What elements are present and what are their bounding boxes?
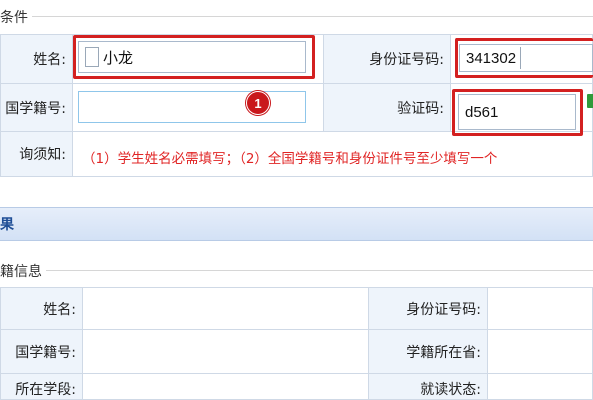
student-info-table: 姓名: 身份证号码: 国学籍号: 学籍所在省: 所在学段: 就读状态: [0, 287, 593, 400]
info-id-value [487, 287, 593, 330]
result-title: 果 [0, 217, 14, 233]
conditions-divider [0, 16, 593, 17]
info-stage-label: 所在学段: [0, 373, 83, 400]
notice-label: 询须知: [0, 131, 73, 177]
id-label: 身份证号码: [323, 34, 451, 84]
name-label: 姓名: [0, 34, 73, 84]
name-highlight [73, 35, 315, 79]
id-highlight [455, 38, 593, 78]
step-marker: 1 [246, 91, 270, 115]
result-header: 果 [0, 207, 593, 241]
info-province-label: 学籍所在省: [368, 329, 488, 374]
info-name-value [82, 287, 369, 330]
student-no-input[interactable] [78, 91, 306, 123]
notice-text: （1）学生姓名必需填写；（2）全国学籍号和身份证件号至少填写一个 [82, 151, 498, 167]
info-province-value [487, 329, 593, 374]
info-id-label: 身份证号码: [368, 287, 488, 330]
info-status-label: 就读状态: [368, 373, 488, 400]
captcha-label: 验证码: [323, 83, 451, 132]
conditions-legend: 条件 [0, 7, 32, 27]
info-name-label: 姓名: [0, 287, 83, 330]
info-status-value [487, 373, 593, 400]
info-student-no-value [82, 329, 369, 374]
info-stage-value [82, 373, 369, 400]
captcha-image-icon[interactable] [587, 94, 593, 108]
info-student-no-label: 国学籍号: [0, 329, 83, 374]
info-divider [0, 270, 593, 271]
info-legend: 籍信息 [0, 261, 46, 281]
student-no-label: 国学籍号: [0, 83, 73, 132]
captcha-highlight [452, 89, 583, 136]
